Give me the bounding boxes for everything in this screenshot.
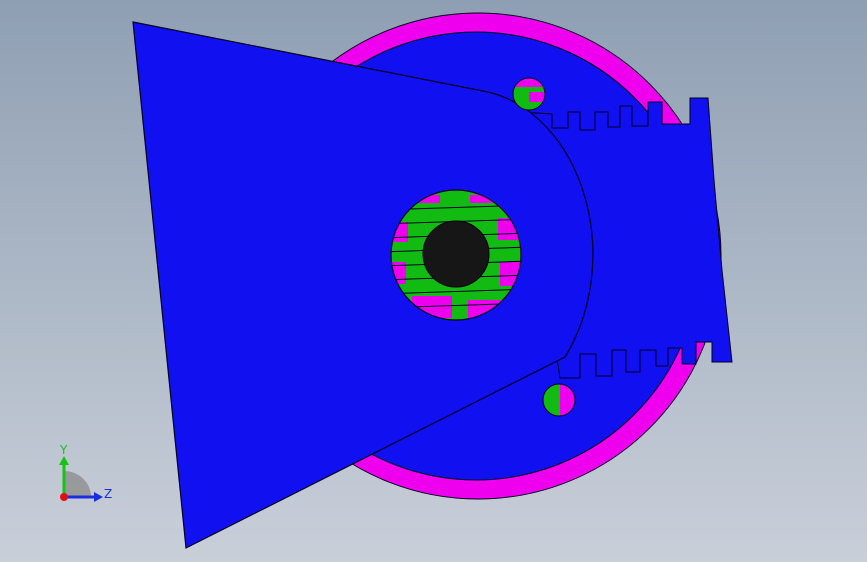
center-bore[interactable] <box>422 220 490 288</box>
coordinate-triad: Y Z <box>59 443 112 502</box>
z-axis-arrow-icon <box>94 492 103 502</box>
graphics-viewport[interactable]: Y Z <box>0 0 867 562</box>
y-axis-label: Y <box>59 443 68 457</box>
y-axis-arrow-icon <box>59 456 69 465</box>
cad-model[interactable] <box>0 0 867 562</box>
x-axis-dot-icon <box>60 493 68 501</box>
triad-arc-icon <box>64 471 91 497</box>
z-axis-label: Z <box>104 487 112 501</box>
